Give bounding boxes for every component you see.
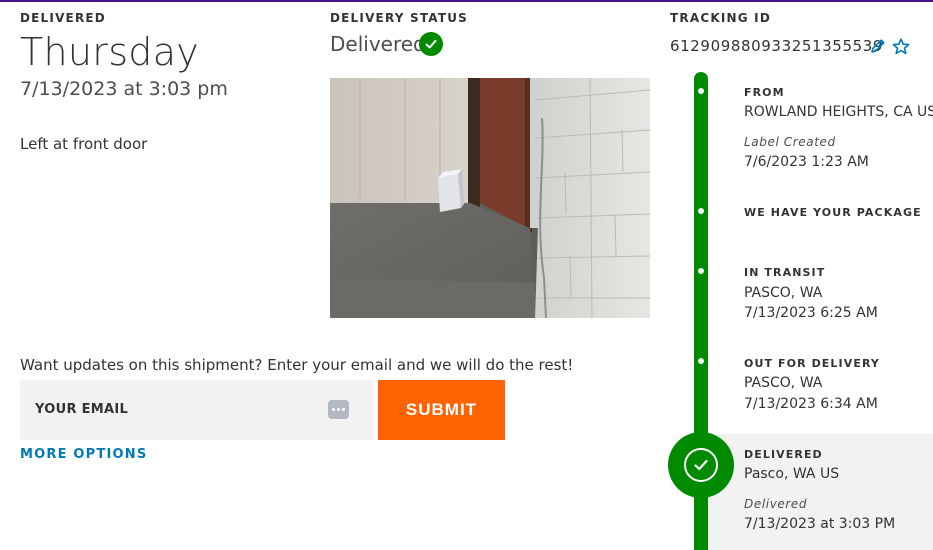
delivery-photo-image xyxy=(330,78,650,318)
updates-prompt: Want updates on this shipment? Enter you… xyxy=(20,356,574,374)
timeline-step-title: OUT FOR DELIVERY xyxy=(744,357,880,370)
email-placeholder: YOUR EMAIL xyxy=(35,402,129,417)
timeline-step-location: PASCO, WA xyxy=(744,375,823,391)
timeline-dot xyxy=(698,358,704,364)
password-manager-icon[interactable] xyxy=(328,400,349,419)
submit-button[interactable]: SUBMIT xyxy=(378,380,505,440)
delivery-weekday: Thursday xyxy=(20,30,200,74)
timeline-step-title: FROM xyxy=(744,86,785,99)
timeline-dot xyxy=(698,268,704,274)
timeline-step-time: 7/13/2023 6:25 AM xyxy=(744,305,878,321)
more-options-link[interactable]: MORE OPTIONS xyxy=(20,447,147,462)
timeline-dot xyxy=(698,208,704,214)
timeline-step-location: Pasco, WA US xyxy=(744,466,840,482)
tracking-number: 612909880933251355539 xyxy=(670,37,884,55)
timeline-dot xyxy=(698,88,704,94)
timeline-step-time: 7/13/2023 at 3:03 PM xyxy=(744,516,896,532)
timeline-step-location: ROWLAND HEIGHTS, CA US xyxy=(744,104,933,120)
delivery-status-value: Delivered xyxy=(330,32,426,56)
delivered-caption: DELIVERED xyxy=(20,11,106,25)
delivery-photo[interactable] xyxy=(330,78,650,318)
timeline-step-status: Label Created xyxy=(744,135,836,149)
timeline-step-title: DELIVERED xyxy=(744,448,823,461)
top-accent-line xyxy=(0,0,933,2)
tracking-id-caption: TRACKING ID xyxy=(670,11,771,25)
timeline-step-title: WE HAVE YOUR PACKAGE xyxy=(744,206,922,219)
delivery-status-caption: DELIVERY STATUS xyxy=(330,11,469,25)
timeline-step-location: PASCO, WA xyxy=(744,285,823,301)
email-field[interactable]: YOUR EMAIL xyxy=(20,380,373,440)
delivered-check-icon xyxy=(668,432,734,498)
timeline-step-status: Delivered xyxy=(744,497,808,511)
star-icon[interactable] xyxy=(891,37,911,57)
timeline-step-time: 7/13/2023 6:34 AM xyxy=(744,396,878,412)
timeline-step-time: 7/6/2023 1:23 AM xyxy=(744,154,869,170)
pencil-icon[interactable] xyxy=(869,37,887,55)
delivery-datetime: 7/13/2023 at 3:03 pm xyxy=(20,78,228,100)
timeline-step-title: IN TRANSIT xyxy=(744,266,826,279)
check-circle-icon xyxy=(419,32,443,56)
delivery-note: Left at front door xyxy=(20,135,148,153)
